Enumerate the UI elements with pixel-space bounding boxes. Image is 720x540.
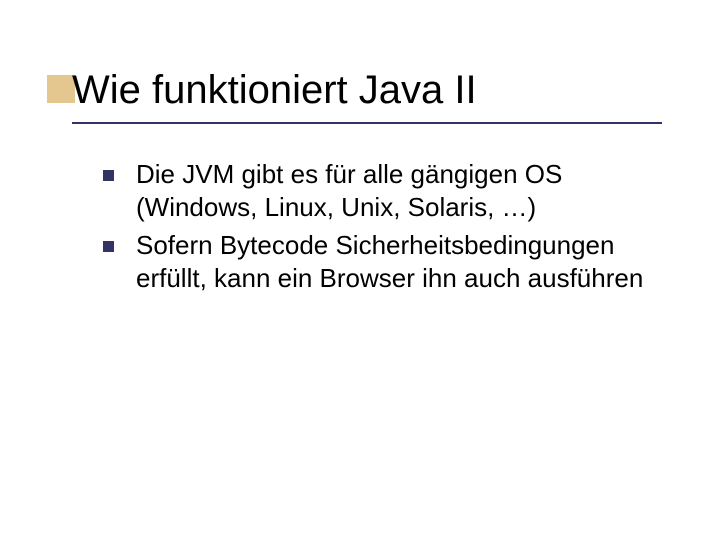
title-underline — [72, 122, 662, 124]
bullet-icon — [103, 241, 114, 252]
bullet-icon — [103, 170, 114, 181]
slide-content: Die JVM gibt es für alle gängigen OS (Wi… — [103, 158, 663, 299]
accent-square — [47, 75, 75, 103]
bullet-text: Sofern Bytecode Sicherheitsbedingungen e… — [136, 229, 663, 296]
list-item: Sofern Bytecode Sicherheitsbedingungen e… — [103, 229, 663, 296]
slide-title: Wie funktioniert Java II — [72, 68, 477, 113]
slide: Wie funktioniert Java II Die JVM gibt es… — [0, 0, 720, 540]
bullet-text: Die JVM gibt es für alle gängigen OS (Wi… — [136, 158, 663, 225]
list-item: Die JVM gibt es für alle gängigen OS (Wi… — [103, 158, 663, 225]
